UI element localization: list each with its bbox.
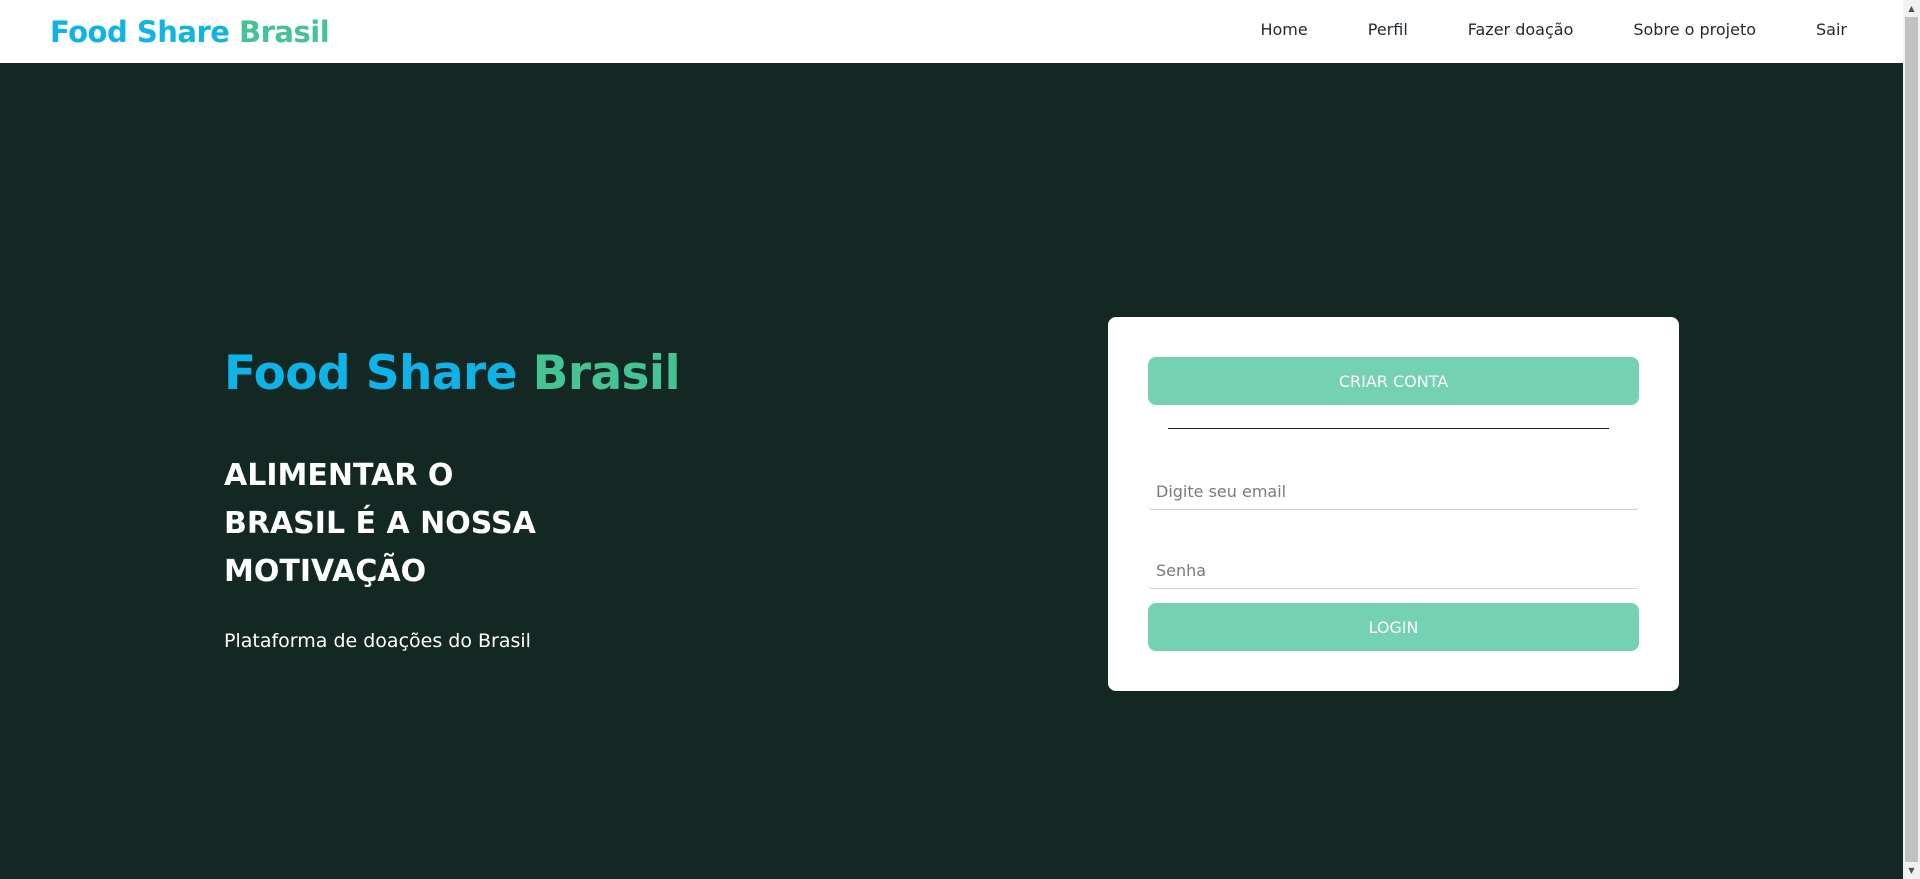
login-button[interactable]: LOGIN — [1148, 603, 1639, 651]
hero-title: Food Share Brasil — [224, 346, 681, 401]
scrollbar-thumb[interactable] — [1905, 17, 1918, 862]
nav-link-perfil[interactable]: Perfil — [1368, 20, 1408, 39]
hero-title-part2: Brasil — [532, 346, 681, 401]
login-card: CRIAR CONTA LOGIN — [1108, 317, 1679, 691]
hero-tagline: ALIMENTAR O BRASIL É A NOSSA MOTIVAÇÃO — [224, 458, 536, 589]
scroll-down-arrow-icon[interactable]: ▼ — [1903, 862, 1920, 879]
hero-title-part1: Food Share — [224, 346, 517, 401]
navbar: Food Share Brasil Home Perfil Fazer doaç… — [0, 0, 1903, 63]
nav-links: Home Perfil Fazer doação Sobre o projeto… — [1260, 20, 1847, 39]
scroll-up-arrow-icon[interactable]: ▲ — [1903, 0, 1920, 17]
nav-link-sobre-o-projeto[interactable]: Sobre o projeto — [1633, 20, 1756, 39]
brand-logo-part2: Brasil — [239, 14, 330, 49]
nav-link-home[interactable]: Home — [1260, 20, 1307, 39]
hero-section: Food Share Brasil ALIMENTAR O BRASIL É A… — [0, 63, 1903, 879]
email-input[interactable] — [1148, 474, 1639, 510]
password-input[interactable] — [1148, 553, 1639, 589]
brand-logo-part1: Food Share — [50, 14, 230, 49]
vertical-scrollbar[interactable]: ▲ ▼ — [1903, 0, 1920, 879]
hero-subtitle: Plataforma de doações do Brasil — [224, 630, 531, 652]
brand-logo[interactable]: Food Share Brasil — [50, 14, 330, 49]
create-account-button[interactable]: CRIAR CONTA — [1148, 357, 1639, 405]
nav-link-sair[interactable]: Sair — [1816, 20, 1847, 39]
card-divider — [1168, 428, 1609, 429]
nav-link-fazer-doacao[interactable]: Fazer doação — [1468, 20, 1574, 39]
